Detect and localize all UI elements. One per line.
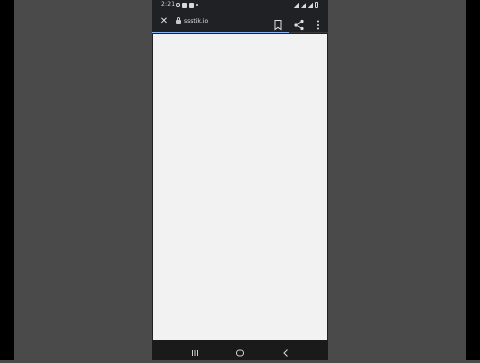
- battery-icon: [315, 2, 318, 8]
- progress-fill: [152, 32, 290, 33]
- notification-dot-icon: [196, 4, 198, 6]
- share-button[interactable]: [293, 16, 305, 31]
- more-vert-icon: [317, 20, 319, 30]
- phone-screen: 2:21 ✕ ssstik.io: [152, 0, 328, 360]
- notification-circle-icon: [176, 3, 180, 7]
- back-icon: [283, 349, 288, 357]
- status-bar: 2:21: [152, 0, 328, 11]
- close-icon: ✕: [159, 16, 169, 27]
- notification-app-icon: [182, 2, 187, 8]
- page-load-progress: [152, 32, 328, 33]
- system-icons: [294, 2, 318, 8]
- notification-icons: [176, 2, 198, 8]
- recents-icon: [192, 350, 198, 356]
- bookmark-icon: [274, 20, 282, 31]
- wifi-icon: [294, 3, 299, 8]
- lock-icon: [176, 17, 181, 25]
- notification-image-icon: [189, 2, 194, 8]
- url-text[interactable]: ssstik.io: [184, 17, 208, 27]
- web-content[interactable]: [153, 34, 327, 340]
- custom-tab-toolbar: ✕ ssstik.io: [152, 11, 328, 33]
- status-time: 2:21: [161, 1, 176, 8]
- share-icon: [294, 19, 304, 31]
- signal-2-icon: [308, 3, 313, 8]
- home-icon: [236, 349, 244, 357]
- close-button[interactable]: ✕: [158, 16, 170, 28]
- back-button[interactable]: [280, 344, 292, 357]
- signal-icon: [301, 3, 306, 8]
- recents-button[interactable]: [189, 344, 201, 356]
- home-button[interactable]: [234, 344, 246, 357]
- more-options-button[interactable]: [312, 16, 324, 30]
- bookmark-button[interactable]: [272, 16, 284, 31]
- left-bezel: [0, 0, 14, 360]
- navigation-bar: [152, 340, 328, 360]
- right-bezel: [466, 0, 480, 360]
